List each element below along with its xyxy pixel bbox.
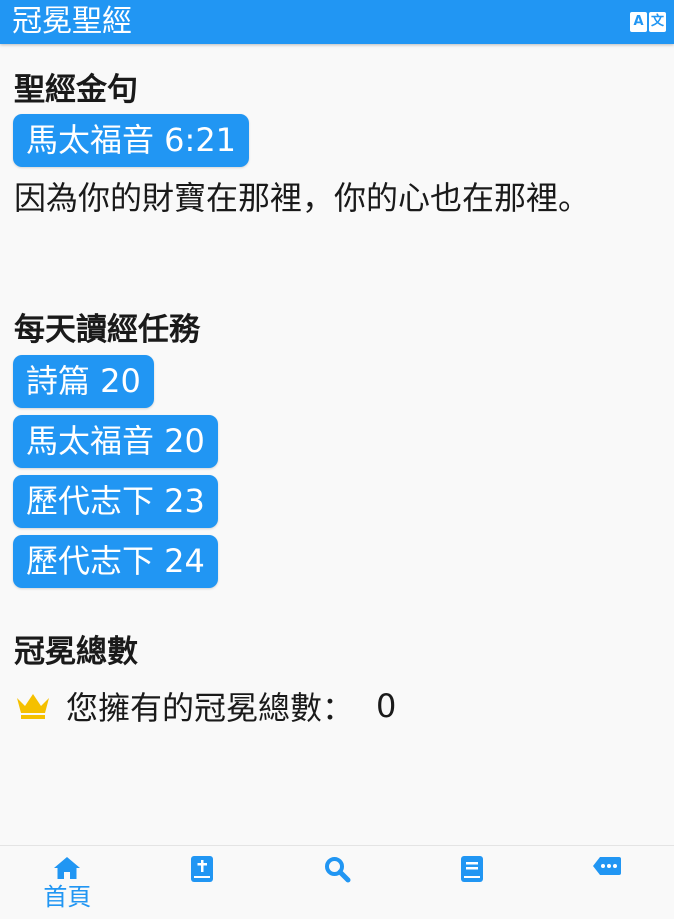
nav-search[interactable] — [270, 846, 405, 919]
home-icon — [54, 857, 81, 879]
reading-task-button[interactable]: 歷代志下 24 — [13, 535, 218, 588]
nav-home-label: 首頁 — [43, 883, 92, 911]
search-icon — [324, 857, 351, 883]
app-title: 冠冕聖經 — [12, 4, 132, 39]
crown-section-title: 冠冕總數 — [14, 634, 138, 670]
bible-icon — [191, 856, 214, 882]
translate-glyph-chinese: 文 — [649, 12, 666, 32]
translate-icon[interactable]: A 文 — [630, 12, 668, 34]
crown-total-label: 您擁有的冠冕總數： — [66, 689, 355, 727]
tasks-section-title: 每天讀經任務 — [14, 312, 200, 348]
verse-text: 因為你的財寶在那裡，你的心也在那裡。 — [14, 179, 591, 217]
crown-total-row: 您擁有的冠冕總數： 0 — [14, 684, 396, 728]
book-icon — [460, 856, 483, 882]
reading-task-button[interactable]: 馬太福音 20 — [13, 415, 218, 468]
nav-message[interactable] — [539, 846, 674, 919]
crown-icon — [17, 694, 49, 719]
crown-total-count: 0 — [376, 687, 397, 725]
translate-glyph-latin: A — [630, 12, 647, 32]
reading-task-button[interactable]: 歷代志下 23 — [13, 475, 218, 528]
reading-task-button[interactable]: 詩篇 20 — [13, 355, 154, 408]
nav-home[interactable]: 首頁 — [0, 846, 135, 919]
nav-book[interactable] — [404, 846, 539, 919]
verse-section-title: 聖經金句 — [14, 72, 138, 108]
verse-reference-button[interactable]: 馬太福音 6:21 — [13, 114, 250, 167]
app-bar: 冠冕聖經 A 文 — [0, 0, 674, 44]
bottom-navigation: 首頁 — [0, 845, 674, 919]
message-icon — [592, 857, 621, 875]
nav-bible[interactable] — [135, 846, 270, 919]
